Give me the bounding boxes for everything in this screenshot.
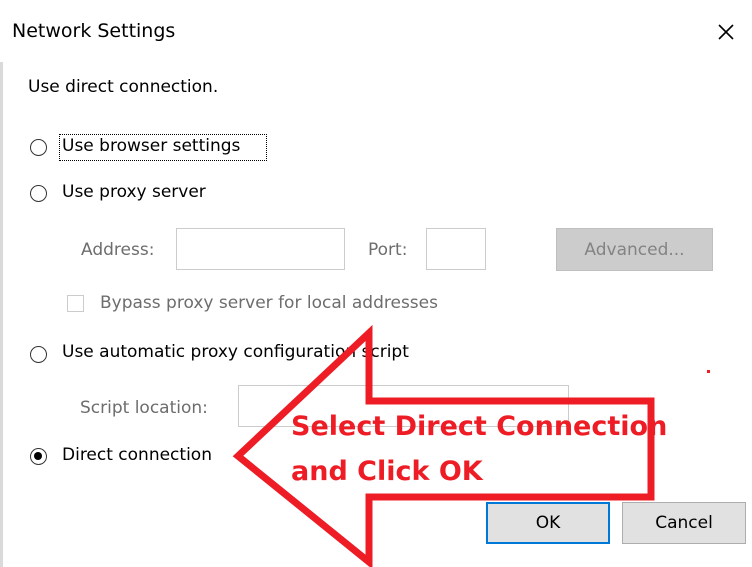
arrow-shape [232,324,655,567]
network-settings-dialog: Network Settings Use direct connection. … [0,0,752,567]
annotation-line-1: Select Direct Connection [291,411,668,442]
annotation-line-2: and Click OK [291,456,483,487]
red-mark [707,370,710,373]
